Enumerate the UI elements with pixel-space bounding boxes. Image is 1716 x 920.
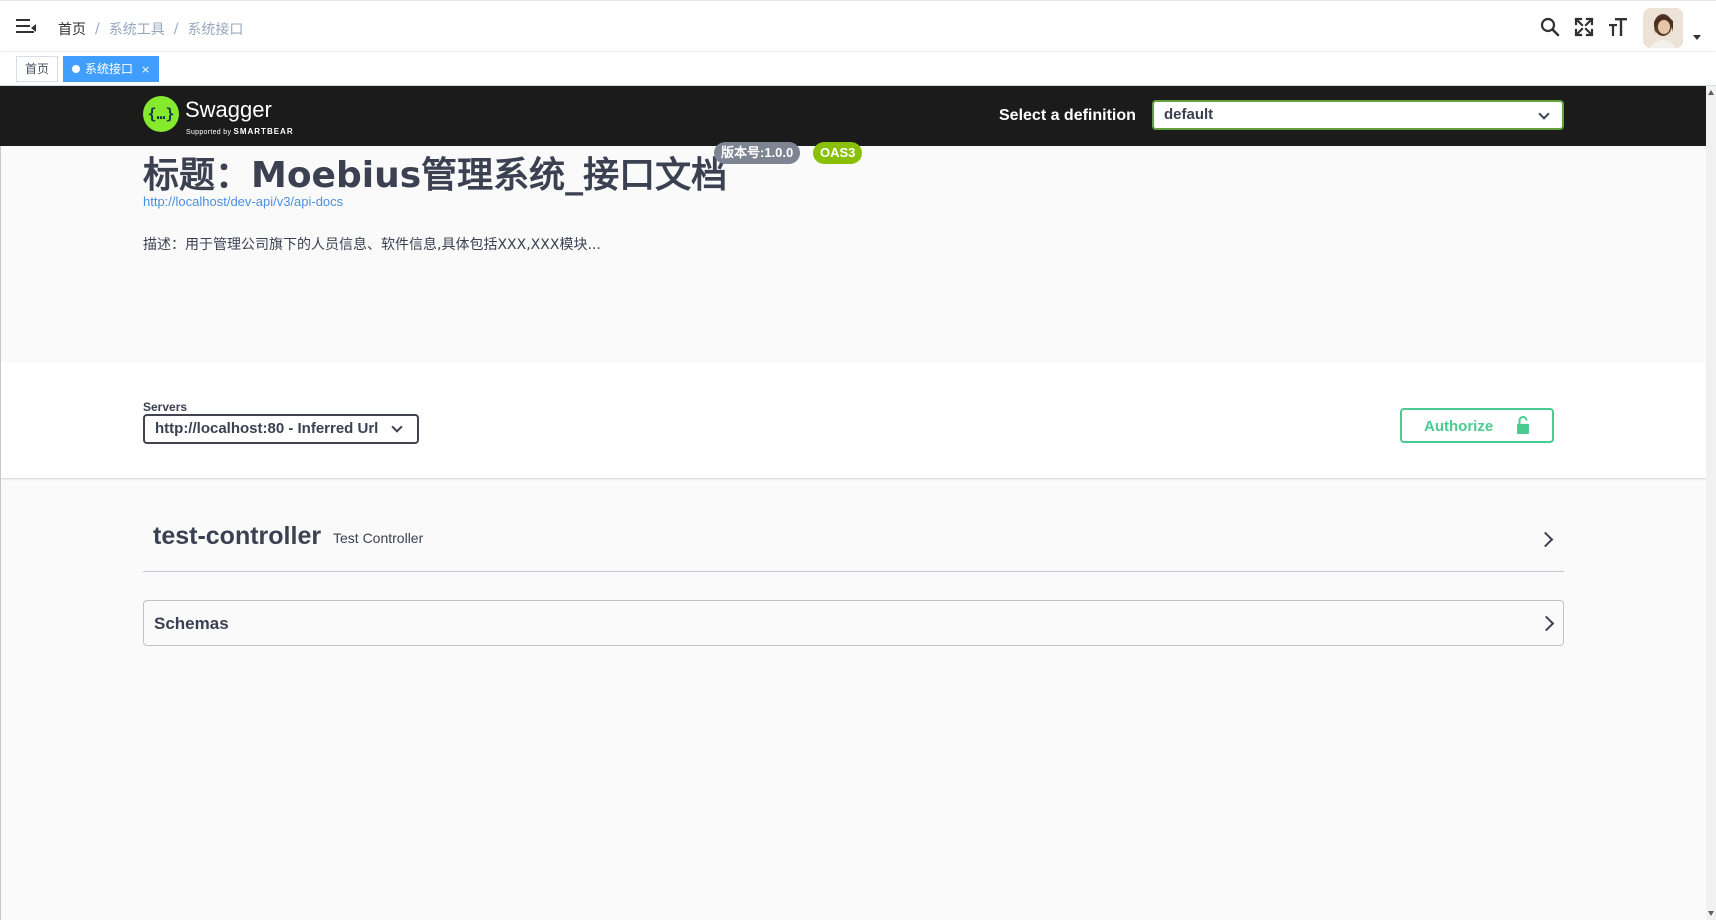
definition-select[interactable]: default [1152,100,1564,130]
chevron-down-icon [391,421,403,433]
active-dot-icon [72,65,80,73]
controller-name: test-controller [153,522,322,550]
hamburger-menu-icon[interactable] [16,17,36,35]
schemas-section[interactable]: Schemas [143,600,1564,646]
servers-section: Servers http://localhost:80 - Inferred U… [0,362,1706,478]
supported-by-text: Supported by [186,129,232,136]
tag-system-api[interactable]: 系统接口 × [63,56,160,82]
vertical-scrollbar[interactable] [1706,86,1716,920]
definition-label: Select a definition [999,107,1136,124]
swagger-frame: {…} Swagger Supported by SMARTBEAR Selec… [0,86,1716,920]
tag-label: 系统接口 [85,62,134,76]
chevron-right-icon [1537,531,1554,548]
version-badge: 版本号:1.0.0 [714,142,801,164]
servers-value: http://localhost:80 - Inferred Url [155,420,379,437]
user-dropdown-caret-icon[interactable] [1693,35,1701,40]
controller-description: Test Controller [333,530,424,546]
scroll-down-arrow-icon[interactable] [1708,911,1714,916]
tag-home[interactable]: 首页 [16,56,59,82]
search-icon[interactable] [1540,17,1560,37]
api-docs-link[interactable]: http://localhost/dev-api/v3/api-docs [143,194,343,209]
navbar: 首页 / 系统工具 / 系统接口 [0,0,1716,52]
close-icon[interactable]: × [141,63,150,76]
frame-left-border [0,146,1,920]
fullscreen-icon[interactable] [1574,17,1594,37]
tags-view: 首页 系统接口 × [0,52,1716,86]
breadcrumb: 首页 / 系统工具 / 系统接口 [58,19,243,39]
swagger-supported-by: Supported by SMARTBEAR [186,127,294,136]
chevron-right-icon [1538,615,1555,632]
schemas-label: Schemas [154,614,229,633]
breadcrumb-separator: / [173,21,179,37]
authorize-label: Authorize [1424,418,1494,435]
font-size-icon[interactable] [1608,17,1628,37]
breadcrumb-item-home[interactable]: 首页 [58,19,86,39]
oas-badge: OAS3 [813,142,863,164]
swagger-logo-icon: {…} [143,96,179,132]
scroll-up-arrow-icon[interactable] [1708,90,1714,95]
unlock-icon [1517,416,1529,434]
controller-section-test-controller[interactable]: test-controller Test Controller [143,506,1564,572]
avatar-image-icon [1643,8,1683,48]
page-title: 标题：Moebius管理系统_接口文档 [143,155,728,196]
servers-select[interactable]: http://localhost:80 - Inferred Url [143,414,419,444]
api-description: 描述：用于管理公司旗下的人员信息、软件信息,具体包括XXX,XXX模块... [143,237,601,253]
breadcrumb-item-system-tools: 系统工具 [108,22,165,38]
user-avatar[interactable] [1643,8,1683,48]
tag-label: 首页 [25,62,50,76]
chevron-down-icon [1538,108,1550,120]
breadcrumb-item-system-api: 系统接口 [187,22,244,38]
smartbear-text: SMARTBEAR [233,127,294,136]
definition-value: default [1164,106,1214,123]
authorize-button[interactable]: Authorize [1400,408,1554,443]
breadcrumb-separator: / [95,21,100,37]
swagger-topbar: {…} Swagger Supported by SMARTBEAR Selec… [0,86,1706,146]
swagger-brand: Swagger [185,97,272,122]
servers-label: Servers [143,400,188,414]
